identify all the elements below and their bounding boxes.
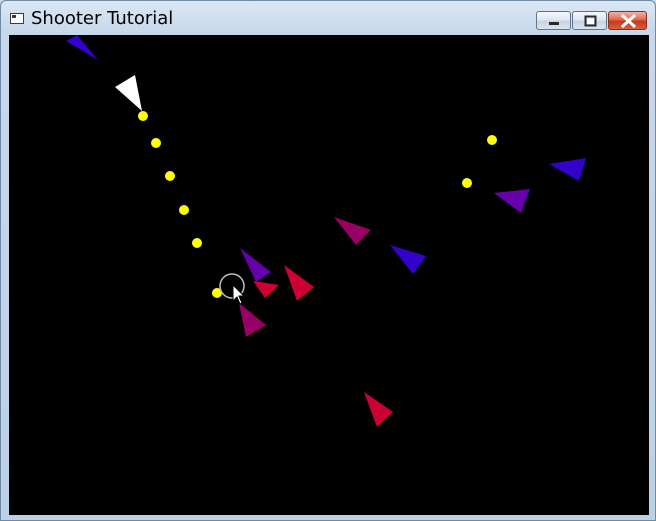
- minimize-button[interactable]: [536, 11, 571, 30]
- maximize-icon: [584, 15, 597, 27]
- enemy-ship: [240, 248, 271, 282]
- enemy-ship: [334, 217, 371, 245]
- bullet: [151, 138, 161, 148]
- enemy-ship: [253, 281, 279, 298]
- app-window-icon[interactable]: [10, 13, 24, 24]
- player-ship: [115, 75, 142, 111]
- bullet: [462, 178, 472, 188]
- bullet: [165, 171, 175, 181]
- enemy-ship: [239, 303, 266, 337]
- mouse-cursor: [219, 273, 246, 305]
- game-scene: [66, 35, 586, 427]
- enemy-ship: [549, 158, 586, 181]
- close-icon: [620, 13, 637, 29]
- bullet: [179, 205, 189, 215]
- bullet: [138, 111, 148, 121]
- bullet: [487, 135, 497, 145]
- enemy-ship: [66, 35, 98, 60]
- app-window: Shooter Tutorial: [0, 0, 656, 521]
- enemy-ship: [284, 265, 314, 301]
- game-canvas[interactable]: [9, 35, 649, 515]
- minimize-icon: [549, 22, 559, 25]
- enemy-ship: [364, 392, 393, 427]
- enemy-ship: [390, 245, 426, 274]
- title-bar[interactable]: Shooter Tutorial: [1, 1, 655, 34]
- window-title: Shooter Tutorial: [31, 8, 174, 29]
- maximize-button[interactable]: [572, 11, 607, 30]
- bullet: [192, 238, 202, 248]
- enemy-ship: [494, 189, 530, 213]
- close-button[interactable]: [608, 11, 647, 30]
